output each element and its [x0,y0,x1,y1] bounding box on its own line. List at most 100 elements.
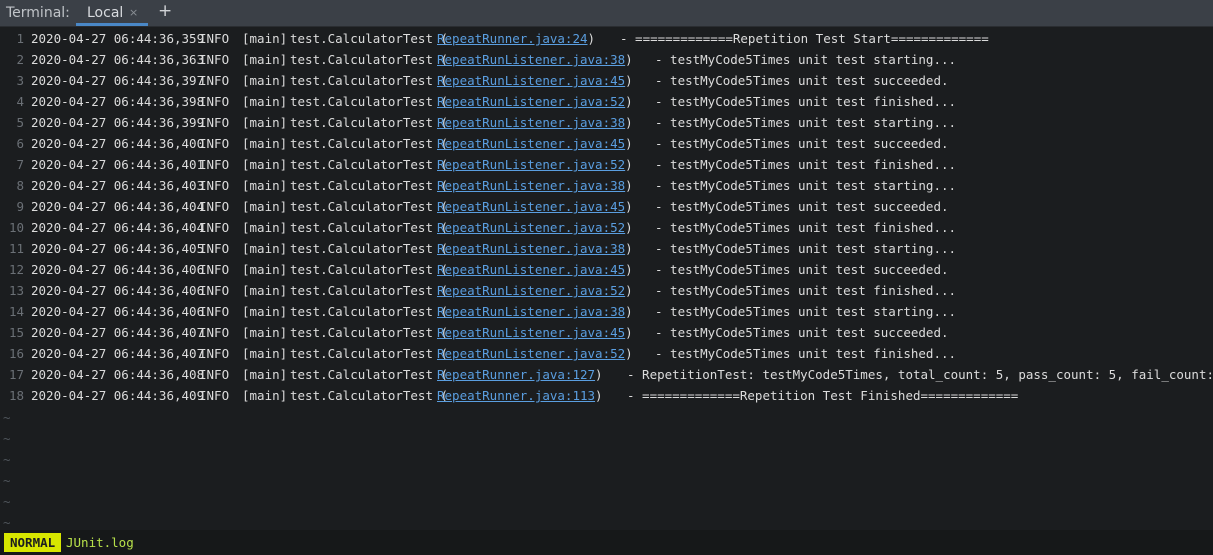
source-link-wrap: RepeatRunListener.java:45) [437,196,633,217]
close-paren: ) [625,325,633,340]
tab-local-label: Local [87,5,124,21]
log-message: - testMyCode5Times unit test starting... [655,52,957,67]
log-timestamp: 2020-04-27 06:44:36,359 [31,31,205,46]
source-link[interactable]: RepeatRunner.java:113 [437,388,595,403]
log-message: - testMyCode5Times unit test succeeded. [655,325,949,340]
source-link[interactable]: RepeatRunListener.java:45 [437,325,625,340]
close-icon[interactable]: × [129,6,138,19]
log-class: test.CalculatorTest ( [290,367,449,382]
source-link-wrap: RepeatRunListener.java:52) [437,280,633,301]
log-timestamp: 2020-04-27 06:44:36,399 [31,115,205,130]
log-timestamp: 2020-04-27 06:44:36,404 [31,199,205,214]
source-link-wrap: RepeatRunListener.java:45) [437,70,633,91]
line-number: 7 [16,157,24,172]
close-paren: ) [625,199,633,214]
log-message: - testMyCode5Times unit test succeeded. [655,136,949,151]
log-thread: [main] [242,94,288,109]
log-level: INFO [199,346,230,361]
log-timestamp: 2020-04-27 06:44:36,406 [31,304,205,319]
source-link[interactable]: RepeatRunListener.java:38 [437,304,625,319]
log-class: test.CalculatorTest ( [290,199,449,214]
empty-line-marker: ~ [3,473,11,488]
source-link[interactable]: RepeatRunListener.java:38 [437,241,625,256]
log-timestamp: 2020-04-27 06:44:36,400 [31,136,205,151]
source-link[interactable]: RepeatRunListener.java:45 [437,73,625,88]
empty-line-marker: ~ [3,410,11,425]
source-link-wrap: RepeatRunListener.java:38) [437,301,633,322]
source-link[interactable]: RepeatRunner.java:24 [437,31,588,46]
log-class: test.CalculatorTest ( [290,220,449,235]
empty-line-marker: ~ [3,494,11,509]
source-link-wrap: RepeatRunListener.java:38) [437,112,633,133]
log-level: INFO [199,304,230,319]
source-link[interactable]: RepeatRunListener.java:38 [437,178,625,193]
source-link[interactable]: RepeatRunListener.java:52 [437,283,625,298]
log-level: INFO [199,388,230,403]
status-bar: NORMAL JUnit.log [0,530,1213,555]
log-timestamp: 2020-04-27 06:44:36,405 [31,241,205,256]
log-line: 5 2020-04-27 06:44:36,399 INFO [main] test.C… [0,112,1213,133]
log-level: INFO [199,136,230,151]
log-class: test.CalculatorTest ( [290,304,449,319]
log-line: 11 2020-04-27 06:44:36,405 INFO [main] test.… [0,238,1213,259]
close-paren: ) [595,388,603,403]
source-link[interactable]: RepeatRunListener.java:52 [437,220,625,235]
log-thread: [main] [242,73,288,88]
source-link[interactable]: RepeatRunListener.java:38 [437,52,625,67]
close-paren: ) [625,178,633,193]
log-line: 1 2020-04-27 06:44:36,359 INFO [main] test.C… [0,28,1213,49]
log-timestamp: 2020-04-27 06:44:36,398 [31,94,205,109]
log-line: 7 2020-04-27 06:44:36,401 INFO [main] test.C… [0,154,1213,175]
close-paren: ) [625,115,633,130]
log-class: test.CalculatorTest ( [290,157,449,172]
log-editor[interactable]: 1 2020-04-27 06:44:36,359 INFO [main] test.C… [0,28,1213,530]
log-message: - =============Repetition Test Finished=… [627,388,1019,403]
log-thread: [main] [242,178,288,193]
line-number: 9 [16,199,24,214]
tab-local[interactable]: Local × [76,0,148,26]
log-timestamp: 2020-04-27 06:44:36,363 [31,52,205,67]
source-link-wrap: RepeatRunListener.java:52) [437,91,633,112]
log-class: test.CalculatorTest ( [290,346,449,361]
source-link[interactable]: RepeatRunListener.java:52 [437,94,625,109]
line-number: 6 [16,136,24,151]
source-link[interactable]: RepeatRunListener.java:45 [437,262,625,277]
log-timestamp: 2020-04-27 06:44:36,406 [31,283,205,298]
source-link-wrap: RepeatRunListener.java:38) [437,49,633,70]
log-class: test.CalculatorTest ( [290,136,449,151]
log-message: - testMyCode5Times unit test succeeded. [655,199,949,214]
source-link[interactable]: RepeatRunListener.java:45 [437,199,625,214]
log-message: - testMyCode5Times unit test starting... [655,178,957,193]
log-message: - testMyCode5Times unit test starting... [655,304,957,319]
log-line: 4 2020-04-27 06:44:36,398 INFO [main] test.C… [0,91,1213,112]
line-number: 5 [16,115,24,130]
empty-line-marker: ~ [3,431,11,446]
log-line: 6 2020-04-27 06:44:36,400 INFO [main] test.C… [0,133,1213,154]
source-link[interactable]: RepeatRunListener.java:45 [437,136,625,151]
line-number: 18 [8,388,24,403]
source-link[interactable]: RepeatRunner.java:127 [437,367,595,382]
vim-mode-badge: NORMAL [4,533,62,552]
line-number: 8 [16,178,24,193]
source-link[interactable]: RepeatRunListener.java:52 [437,157,625,172]
line-number: 1 [16,31,24,46]
close-paren: ) [625,73,633,88]
log-class: test.CalculatorTest ( [290,178,449,193]
source-link-wrap: RepeatRunListener.java:45) [437,259,633,280]
source-link[interactable]: RepeatRunListener.java:38 [437,115,625,130]
log-thread: [main] [242,346,288,361]
log-line: 16 2020-04-27 06:44:36,407 INFO [main] test.… [0,343,1213,364]
log-level: INFO [199,157,230,172]
log-thread: [main] [242,304,288,319]
log-line: 17 2020-04-27 06:44:36,408 INFO [main] test.… [0,364,1213,385]
log-level: INFO [199,283,230,298]
source-link[interactable]: RepeatRunListener.java:52 [437,346,625,361]
log-timestamp: 2020-04-27 06:44:36,407 [31,325,205,340]
line-number: 15 [8,325,24,340]
source-link-wrap: RepeatRunListener.java:45) [437,322,633,343]
log-thread: [main] [242,283,288,298]
add-tab-icon[interactable]: + [158,1,172,21]
log-message: - =============Repetition Test Start====… [620,31,989,46]
log-level: INFO [199,115,230,130]
log-thread: [main] [242,136,288,151]
